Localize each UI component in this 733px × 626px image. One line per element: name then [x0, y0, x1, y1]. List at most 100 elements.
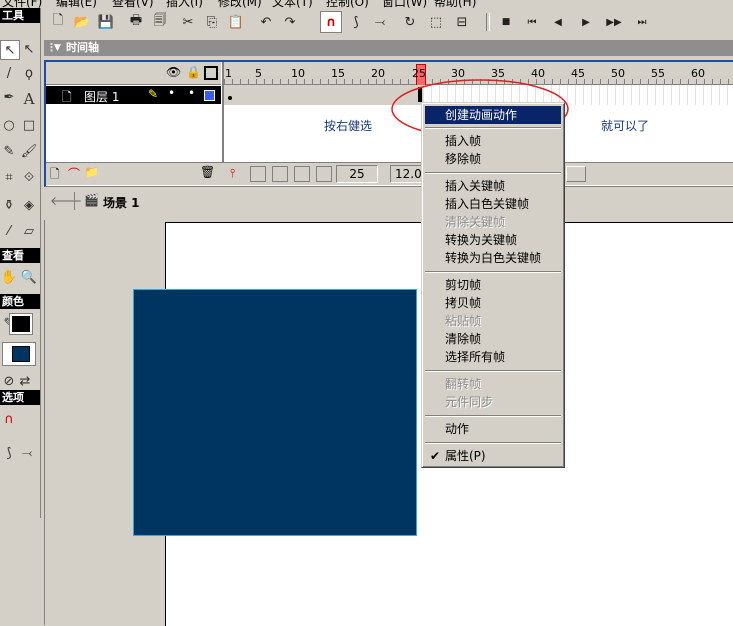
zoom-tool-icon[interactable]: 🔍 — [20, 268, 38, 286]
menu-item-actions[interactable]: 动作 — [425, 420, 561, 438]
menu-item-copy-frames[interactable]: 拷贝帧 — [425, 294, 561, 312]
paint-bucket-tool-icon[interactable]: ◈ — [20, 196, 38, 214]
current-frame-field: 25 — [336, 165, 378, 183]
onion-skin-outlines-icon[interactable] — [272, 166, 288, 182]
open-file-icon[interactable]: 📂 — [72, 12, 92, 32]
rewind-to-start-icon[interactable]: ⏮ — [522, 12, 542, 32]
menu-separator — [425, 442, 561, 444]
undo-icon[interactable]: ↶ — [256, 12, 276, 32]
menu-item-select-all-frames[interactable]: 选择所有帧 — [425, 348, 561, 366]
stroke-color-swatch[interactable] — [9, 313, 33, 335]
menu-item-cut-frames[interactable]: 剪切帧 — [425, 276, 561, 294]
print-preview-icon[interactable]: 🗐 — [150, 12, 170, 32]
scale-icon[interactable]: ⬚ — [426, 12, 446, 32]
keyframe-dot[interactable] — [228, 96, 232, 100]
main-toolbar: 🗋 📂 💾 🖶 🗐 ✂ ⎘ 📋 ↶ ↷ ∩ ⟆ ⤙ ↻ ⬚ ⊟ ■ ⏮ ◀ ▶ … — [44, 8, 733, 36]
menu-item-remove-frames[interactable]: 移除帧 — [425, 150, 561, 168]
arrow-tool-icon[interactable]: ↖ — [20, 40, 38, 58]
straighten-icon[interactable]: ⤙ — [18, 444, 36, 462]
subselect-tool-icon[interactable]: ↖ — [0, 40, 20, 60]
add-guide-layer-icon[interactable]: ⌒ — [68, 165, 80, 182]
straighten-toolbar-icon[interactable]: ⤙ — [370, 12, 390, 32]
rotate-icon[interactable]: ↻ — [400, 12, 420, 32]
fill-color-swatch[interactable] — [12, 346, 30, 362]
visibility-dot[interactable]: • — [168, 86, 175, 100]
options-section-title: 选项 — [0, 390, 40, 405]
lock-dot[interactable]: • — [188, 86, 195, 100]
pen-tool-icon[interactable]: ✒ — [0, 88, 18, 106]
paste-icon[interactable]: 📋 — [226, 12, 246, 32]
snap-to-objects-icon[interactable]: ∩ — [320, 11, 342, 33]
horizontal-scroll-thumb[interactable] — [566, 166, 586, 182]
modify-onion-markers-icon[interactable] — [316, 166, 332, 182]
save-icon[interactable]: 💾 — [96, 12, 116, 32]
menu-separator — [425, 370, 561, 372]
hand-tool-icon[interactable]: ✋ — [0, 268, 18, 286]
menu-item-convert-to-keyframes[interactable]: 转换为关键帧 — [425, 231, 561, 249]
snap-magnet-icon[interactable]: ∩ — [0, 410, 18, 428]
scene-icon: 🎬 — [84, 193, 99, 207]
collapse-arrow-icon[interactable]: ▼ — [54, 40, 61, 56]
step-forward-icon[interactable]: ▶▶ — [604, 12, 624, 32]
center-frame-icon[interactable]: ⫯ — [230, 166, 235, 181]
edit-multiple-frames-icon[interactable] — [294, 166, 310, 182]
ruler-number: 20 — [371, 67, 385, 80]
text-tool-icon[interactable]: A — [20, 90, 38, 108]
cut-icon[interactable]: ✂ — [178, 12, 198, 32]
insert-layer-icon[interactable]: 🗋 — [50, 165, 60, 186]
rectangle-tool-icon[interactable]: □ — [20, 116, 38, 134]
menu-item-properties[interactable]: ✔ 属性(P) — [425, 447, 561, 465]
ink-bottle-tool-icon[interactable]: ⚱ — [0, 196, 18, 214]
pencil-tool-icon[interactable]: ✎ — [0, 142, 18, 160]
oval-tool-icon[interactable]: ○ — [0, 116, 18, 134]
menu-item-clear-keyframe: 清除关键帧 — [445, 215, 506, 229]
ruler-number: 1 — [225, 67, 232, 80]
fill-transform-tool-icon[interactable]: ⟐ — [20, 168, 38, 186]
stop-icon[interactable]: ■ — [496, 12, 516, 32]
outline-icon[interactable] — [204, 66, 218, 80]
rectangle-shape[interactable] — [133, 289, 417, 536]
menu-item-clear-frames[interactable]: 清除帧 — [425, 330, 561, 348]
back-arrow-icon[interactable]: 🡐 — [50, 193, 82, 208]
menu-item-insert-keyframe[interactable]: 插入关键帧 — [425, 177, 561, 195]
redo-icon[interactable]: ↷ — [280, 12, 300, 32]
menu-bar: 文件(F) 编辑(E) 查看(V) 插入(I) 修改(M) 文本(T) 控制(O… — [0, 0, 733, 9]
insert-folder-icon[interactable]: 📁 — [84, 165, 99, 179]
go-to-end-icon[interactable]: ⏭ — [632, 12, 652, 32]
delete-layer-icon[interactable]: 🗑 — [200, 165, 215, 179]
play-icon[interactable]: ▶ — [576, 12, 596, 32]
smooth-toolbar-icon[interactable]: ⟆ — [346, 12, 366, 32]
dropper-tool-icon[interactable]: ⁄ — [0, 222, 18, 240]
scene-name[interactable]: 场景 1 — [103, 194, 140, 211]
smooth-icon[interactable]: ⟆ — [0, 444, 18, 462]
timeline-titlebar[interactable]: ⋮ ▼ 时间轴 — [44, 40, 733, 56]
menu-item-insert-blank-keyframe[interactable]: 插入白色关键帧 — [425, 195, 561, 213]
hint-text-left: 按右健选 — [324, 119, 373, 133]
line-tool-icon[interactable]: / — [0, 64, 18, 82]
lasso-tool-icon[interactable]: ϙ — [20, 64, 38, 82]
eraser-tool-icon[interactable]: ▱ — [20, 222, 38, 240]
onion-skin-icon[interactable] — [250, 166, 266, 182]
scene-bar: 🡐 🎬 场景 1 — [44, 190, 733, 212]
show-hide-eye-icon[interactable]: 👁 — [166, 65, 181, 79]
menu-item-create-motion-tween[interactable]: 创建动画动作 — [425, 106, 561, 124]
lock-icon[interactable]: 🔒 — [186, 65, 201, 79]
layer-row[interactable]: 🗋 图层 1 ✎ • • — [46, 86, 221, 104]
menu-item-convert-to-blank-keyframes[interactable]: 转换为白色关键帧 — [425, 249, 561, 267]
timeline-status-bar: 🗋 ⌒ 📁 🗑 ⫯ 25 12.0 — [46, 162, 733, 185]
transform-tool-icon[interactable]: ⌗ — [0, 168, 18, 186]
new-file-icon[interactable]: 🗋 — [48, 12, 68, 32]
menu-item-insert-frame[interactable]: 插入帧 — [425, 132, 561, 150]
layer-name[interactable]: 图层 1 — [84, 88, 119, 105]
hint-text-right: 就可以了 — [601, 119, 650, 133]
brush-tool-icon[interactable]: 🖌 — [20, 142, 38, 160]
print-icon[interactable]: 🖶 — [126, 12, 146, 32]
no-color-icon[interactable]: ⊘ — [2, 374, 16, 389]
swap-colors-icon[interactable]: ⇄ — [18, 374, 32, 389]
fill-color-box[interactable] — [2, 342, 36, 366]
layer-outline-color-swatch[interactable] — [204, 90, 215, 101]
align-icon[interactable]: ⊟ — [452, 12, 472, 32]
step-back-icon[interactable]: ◀ — [548, 12, 568, 32]
menu-item-reverse-frames: 翻转帧 — [445, 377, 482, 391]
copy-icon[interactable]: ⎘ — [202, 12, 222, 32]
